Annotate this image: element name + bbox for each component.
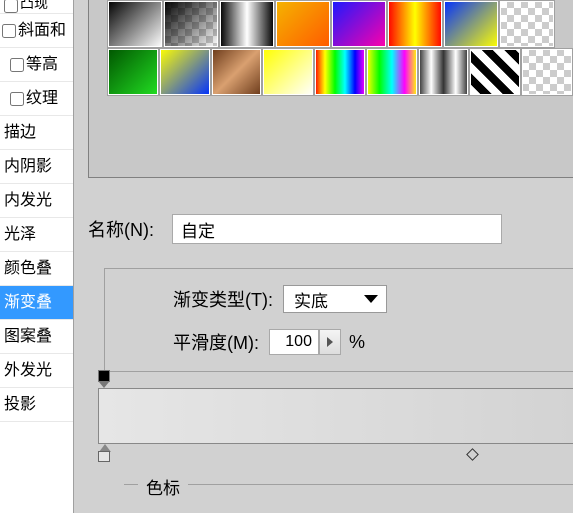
opacity-stop[interactable] [98, 370, 112, 384]
gradient-swatch[interactable] [499, 0, 555, 48]
smoothness-input[interactable] [269, 329, 319, 355]
smoothness-label: 平滑度(M): [173, 329, 259, 355]
sidebar-item-label: 外发光 [4, 362, 52, 379]
sidebar-item[interactable]: 斜面和 [0, 14, 73, 48]
gradient-swatch[interactable] [159, 48, 211, 96]
midpoint-diamond-icon[interactable] [466, 448, 479, 461]
color-stops-fieldset [124, 484, 573, 485]
sidebar-item-label: 光泽 [4, 226, 36, 243]
sidebar-item-label: 纹理 [26, 90, 58, 107]
gradient-swatch[interactable] [469, 48, 521, 96]
gradient-swatch[interactable] [314, 48, 366, 96]
sidebar-item[interactable]: 投影 [0, 388, 73, 422]
gradient-swatch[interactable] [418, 48, 470, 96]
sidebar-item-label: 颜色叠 [4, 260, 52, 277]
sidebar-item-label: 渐变叠 [4, 294, 52, 311]
percent-label: % [349, 332, 365, 353]
sidebar-check[interactable] [10, 92, 24, 106]
sidebar-item[interactable]: 渐变叠 [0, 286, 73, 320]
sidebar-check[interactable] [4, 0, 18, 13]
chevron-down-icon [364, 295, 378, 303]
sidebar-item[interactable]: 光泽 [0, 218, 73, 252]
gradient-swatch[interactable] [521, 48, 573, 96]
gradient-swatch[interactable] [107, 0, 163, 48]
sidebar-item[interactable]: 等高 [0, 48, 73, 82]
gradient-editor-main: 名称(N): 渐变类型(T): 实底 平滑度(M): % 色标 [74, 0, 573, 513]
gradient-name-input[interactable] [172, 214, 502, 244]
sidebar-item[interactable]: 内阴影 [0, 150, 73, 184]
sidebar-item[interactable]: 颜色叠 [0, 252, 73, 286]
sidebar-item-label: 图案叠 [4, 328, 52, 345]
sidebar-item-label: 投影 [4, 396, 36, 413]
gradient-bar[interactable] [98, 388, 573, 444]
sidebar-item[interactable]: 纹理 [0, 82, 73, 116]
gradient-swatch[interactable] [387, 0, 443, 48]
triangle-right-icon [327, 337, 333, 347]
sidebar-item[interactable]: 外发光 [0, 354, 73, 388]
sidebar-item[interactable]: 描边 [0, 116, 73, 150]
gradient-type-select[interactable]: 实底 [283, 285, 387, 313]
gradient-swatch[interactable] [331, 0, 387, 48]
gradient-swatch[interactable] [443, 0, 499, 48]
gradient-swatch[interactable] [163, 0, 219, 48]
gradient-swatch[interactable] [366, 48, 418, 96]
gradient-swatch[interactable] [211, 48, 263, 96]
sidebar-item-label: 内发光 [4, 192, 52, 209]
gradient-swatch[interactable] [262, 48, 314, 96]
color-stops-legend: 色标 [138, 474, 188, 499]
sidebar-item[interactable]: 图案叠 [0, 320, 73, 354]
sidebar-item-label: 斜面和 [18, 22, 66, 39]
name-label: 名称(N): [88, 216, 154, 242]
gradient-swatch[interactable] [275, 0, 331, 48]
select-value: 实底 [294, 287, 328, 312]
smoothness-stepper[interactable] [319, 329, 341, 355]
sidebar-item-label: 凸现 [20, 0, 48, 13]
sidebar-check[interactable] [10, 58, 24, 72]
gradient-preset-panel [88, 0, 573, 178]
sidebar-item-label: 描边 [4, 124, 36, 141]
sidebar-item-label: 内阴影 [4, 158, 52, 175]
sidebar-item[interactable]: 内发光 [0, 184, 73, 218]
gradient-type-fieldset: 渐变类型(T): 实底 平滑度(M): % [104, 268, 573, 372]
gradient-type-label: 渐变类型(T): [173, 286, 273, 312]
sidebar-item-label: 等高 [26, 56, 58, 73]
sidebar-check[interactable] [2, 24, 16, 38]
gradient-swatch[interactable] [107, 48, 159, 96]
color-stop[interactable] [98, 444, 112, 462]
sidebar-item-fragment[interactable]: 凸现 [0, 0, 73, 14]
layer-style-sidebar: 凸现 斜面和等高纹理描边内阴影内发光光泽颜色叠渐变叠图案叠外发光投影 [0, 0, 74, 513]
gradient-swatch[interactable] [219, 0, 275, 48]
